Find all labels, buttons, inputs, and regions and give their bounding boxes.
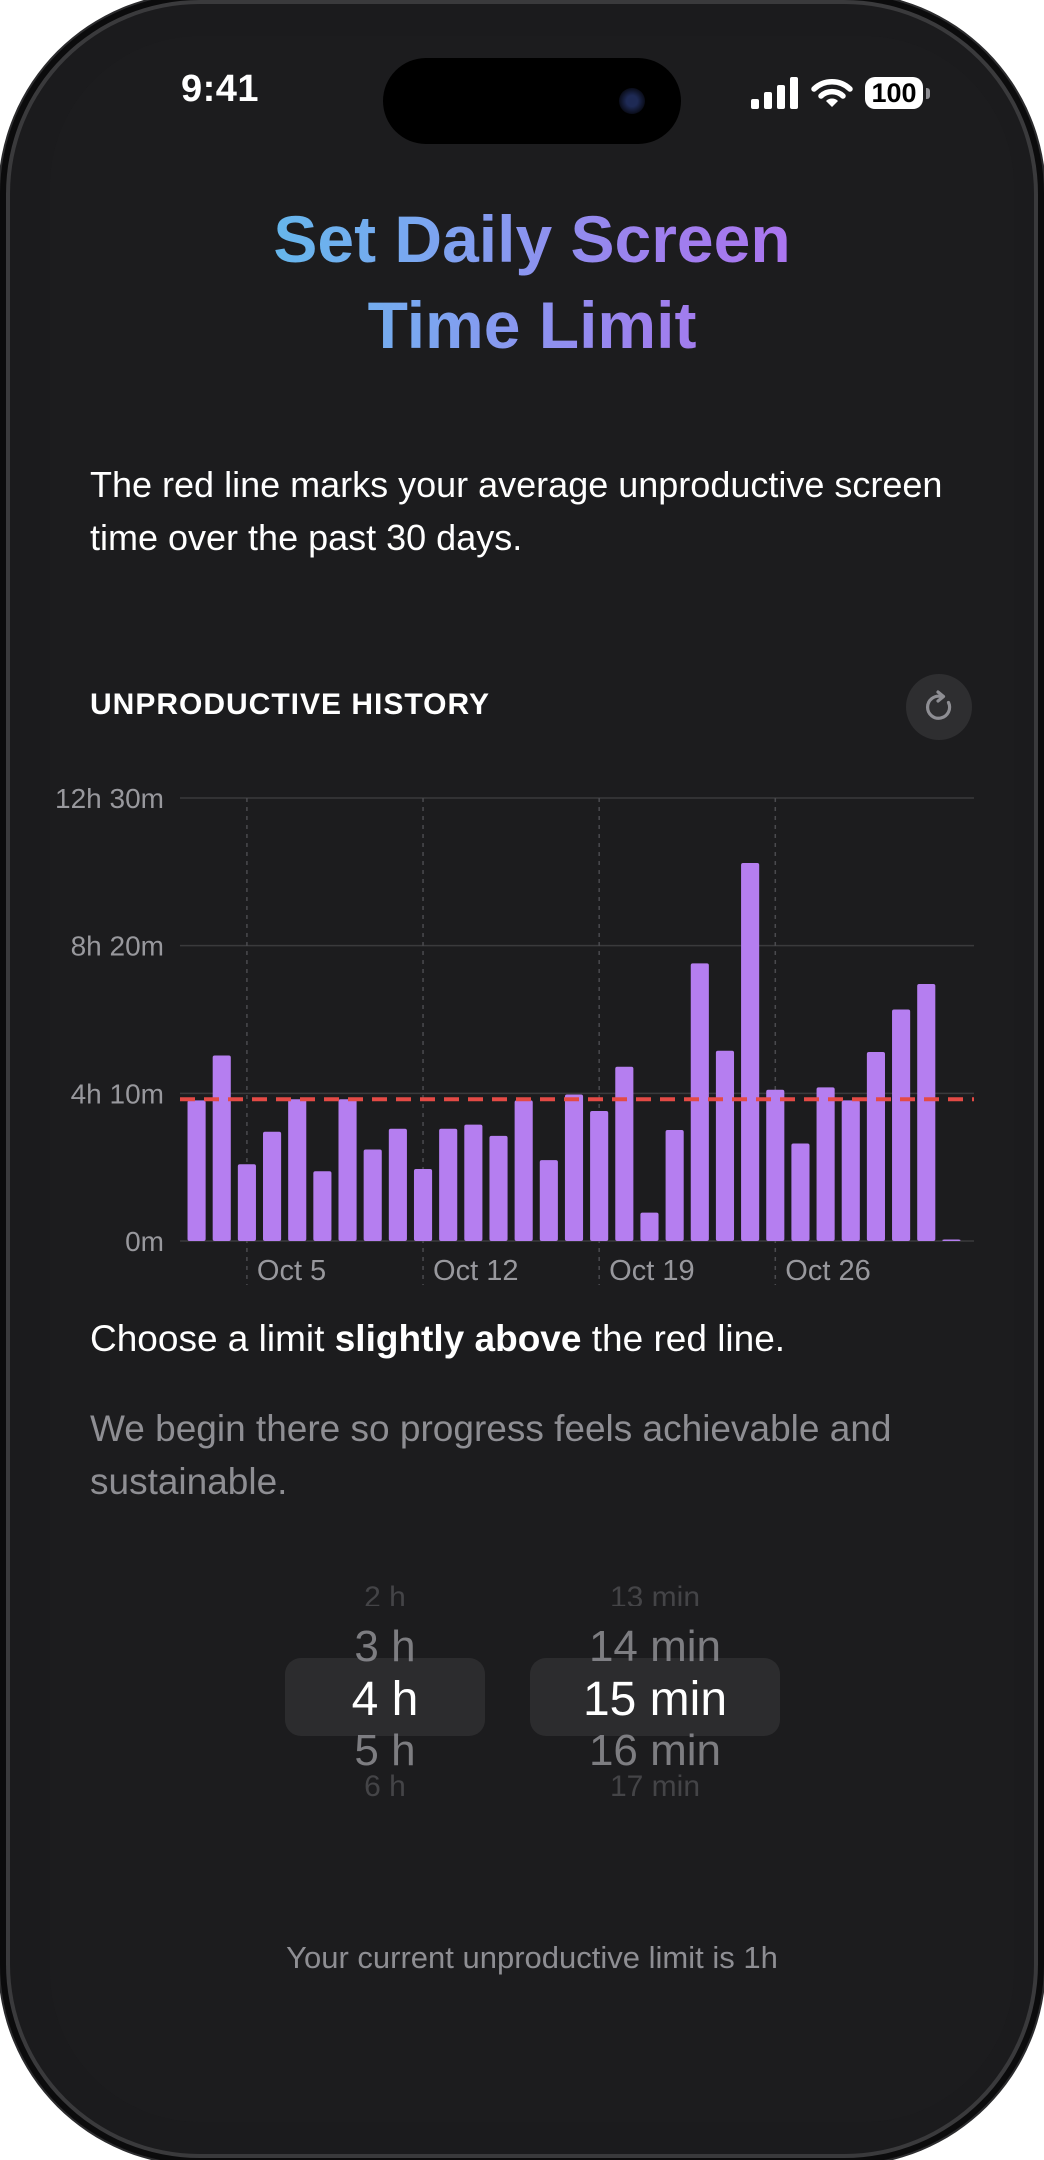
history-bar (564, 1094, 584, 1241)
history-bar (640, 1212, 659, 1241)
y-tick-label: 0m (125, 1226, 164, 1257)
battery-icon: 100 (865, 77, 930, 109)
minutes-option[interactable]: 16 min (530, 1726, 780, 1776)
minutes-option[interactable]: 14 min (530, 1622, 780, 1672)
history-bar (363, 1149, 382, 1241)
title-line-1: Set Daily Screen (273, 202, 791, 276)
hours-option[interactable]: 6 h (285, 1772, 485, 1802)
refresh-icon (926, 690, 952, 720)
history-bar (439, 1128, 458, 1241)
history-bar (766, 1089, 785, 1241)
status-time: 9:41 (180, 68, 260, 110)
hours-option[interactable]: 5 h (285, 1726, 485, 1776)
history-bar (816, 1087, 835, 1241)
title-line-2: Time Limit (367, 288, 697, 362)
minutes-option[interactable]: 15 min (530, 1672, 780, 1727)
hours-option[interactable]: 2 h (285, 1576, 485, 1606)
history-bar (464, 1124, 483, 1241)
history-bar (917, 984, 936, 1241)
x-tick-label: Oct 12 (433, 1255, 518, 1287)
screen: 9:41 100 Set Daily Screen Time Limit The (50, 36, 1014, 2122)
x-tick-label: Oct 5 (257, 1255, 326, 1287)
history-bar (413, 1168, 433, 1241)
history-bar (539, 1160, 558, 1241)
history-bar (388, 1128, 407, 1241)
history-bar (791, 1143, 810, 1241)
history-bar (942, 1239, 961, 1241)
page-title: Set Daily Screen Time Limit (50, 196, 1014, 368)
history-bar (313, 1171, 332, 1241)
history-bar (841, 1100, 860, 1241)
hours-option[interactable]: 4 h (285, 1672, 485, 1727)
history-bar (590, 1111, 609, 1241)
history-bar (338, 1099, 357, 1241)
history-bar (212, 1055, 231, 1241)
dynamic-island (383, 58, 681, 144)
history-bar (288, 1099, 307, 1241)
history-chart: 0m 4h 10m 8h 20m 12h 30m Oct 5 Oct 12 Oct 19 Oc… (55, 783, 974, 1287)
history-bar (237, 1164, 256, 1241)
history-bar (715, 1050, 735, 1241)
history-bar (866, 1051, 885, 1241)
hours-option[interactable]: 3 h (285, 1622, 485, 1672)
status-icons: 100 (751, 76, 930, 110)
explanation-text: We begin there so progress feels achieva… (90, 1408, 892, 1502)
history-bar (187, 1100, 206, 1241)
cellular-signal-icon (751, 77, 798, 109)
y-tick-label: 12h 30m (55, 783, 164, 814)
history-bar (690, 963, 709, 1241)
battery-level: 100 (865, 77, 923, 109)
history-bar (741, 862, 760, 1241)
history-bar (892, 1009, 911, 1241)
history-bar (665, 1129, 684, 1241)
current-limit-text: Your current unproductive limit is 1h (286, 1940, 778, 1975)
phone-frame: 9:41 100 Set Daily Screen Time Limit The (10, 4, 1034, 2154)
y-tick-label: 4h 10m (71, 1078, 164, 1109)
wifi-icon (811, 79, 853, 107)
section-label: UNPRODUCTIVE HISTORY (90, 688, 491, 721)
x-tick-label: Oct 26 (785, 1255, 870, 1287)
history-bar (615, 1066, 634, 1241)
front-camera (619, 88, 645, 114)
y-tick-label: 8h 20m (71, 931, 164, 962)
minutes-option[interactable]: 17 min (530, 1772, 780, 1802)
refresh-button[interactable] (906, 674, 972, 740)
x-tick-label: Oct 19 (609, 1255, 694, 1287)
minutes-option[interactable]: 13 min (530, 1576, 780, 1606)
choose-instruction: Choose a limit slightly above the red li… (90, 1318, 786, 1359)
intro-text: The red line marks your average unproduc… (90, 464, 943, 558)
history-bar (489, 1135, 508, 1241)
choose-emphasis: slightly above (334, 1318, 582, 1359)
history-bar (514, 1100, 533, 1241)
history-bar (263, 1131, 282, 1241)
